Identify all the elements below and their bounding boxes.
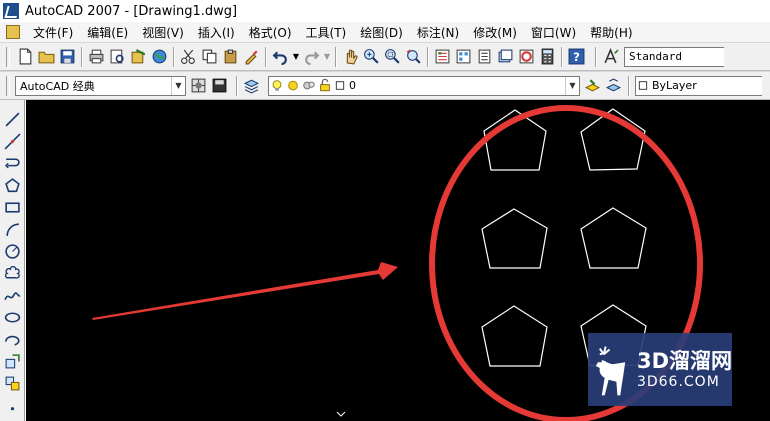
menu-format[interactable]: 格式(O) <box>242 24 299 41</box>
window-title: AutoCAD 2007 - [Drawing1.dwg] <box>25 3 238 19</box>
deer-logo-icon <box>595 345 626 395</box>
layer-unlock-icon[interactable] <box>318 76 332 95</box>
redo-dropdown-icon[interactable]: ▼ <box>323 47 331 66</box>
draw-toolbar <box>0 100 25 421</box>
pentagon-5[interactable] <box>481 305 548 367</box>
publish-icon[interactable] <box>129 47 148 66</box>
toolbar-grip[interactable] <box>6 75 10 96</box>
save-workspace-icon[interactable] <box>210 76 229 95</box>
construction-line-icon[interactable] <box>3 132 22 151</box>
rectangle-tool-icon[interactable] <box>3 198 22 217</box>
menu-view[interactable]: 视图(V) <box>135 24 191 41</box>
menu-draw[interactable]: 绘图(D) <box>353 24 410 41</box>
properties-toolbar: AutoCAD 经典 ▼ 0 ▼ ByLayer <box>0 71 770 100</box>
make-block-icon[interactable] <box>3 374 22 393</box>
chevron-down-icon[interactable]: ▼ <box>565 76 579 95</box>
pentagon-4[interactable] <box>580 207 647 269</box>
cut-icon[interactable] <box>179 47 198 66</box>
ellipse-tool-icon[interactable] <box>3 308 22 327</box>
layer-thaw-sun-icon[interactable] <box>286 76 300 95</box>
zoom-realtime-icon[interactable] <box>362 47 381 66</box>
standard-toolbar: ▼ ▼ ? Standard <box>0 42 770 71</box>
menu-file[interactable]: 文件(F) <box>26 24 80 41</box>
ellipse-arc-icon[interactable] <box>3 330 22 349</box>
pan-icon[interactable] <box>341 47 360 66</box>
zoom-window-icon[interactable] <box>383 47 402 66</box>
print-preview-icon[interactable] <box>108 47 127 66</box>
text-style-value: Standard <box>629 50 682 63</box>
menu-help[interactable]: 帮助(H) <box>583 24 639 41</box>
design-center-icon[interactable] <box>454 47 473 66</box>
sheet-set-icon[interactable] <box>496 47 515 66</box>
watermark: 3D溜溜网 3D66.COM <box>588 333 732 406</box>
open-folder-icon[interactable] <box>37 47 56 66</box>
text-style-dropdown[interactable]: Standard <box>624 46 724 67</box>
pentagon-3[interactable] <box>481 208 548 269</box>
color-control-dropdown[interactable]: ByLayer <box>635 75 762 96</box>
markup-set-icon[interactable] <box>517 47 536 66</box>
line-tool-icon[interactable] <box>3 110 22 129</box>
menu-window[interactable]: 窗口(W) <box>524 24 583 41</box>
polyline-tool-icon[interactable] <box>3 154 22 173</box>
color-value: ByLayer <box>652 79 697 92</box>
menu-insert[interactable]: 插入(I) <box>191 24 242 41</box>
layer-color-swatch-icon <box>334 76 346 95</box>
point-tool-icon[interactable] <box>3 396 22 415</box>
properties-icon[interactable] <box>433 47 452 66</box>
layer-previous-icon[interactable] <box>604 76 623 95</box>
menu-modify[interactable]: 修改(M) <box>466 24 524 41</box>
tool-palettes-icon[interactable] <box>475 47 494 66</box>
make-object-layer-current-icon[interactable] <box>583 76 602 95</box>
layer-manager-icon[interactable] <box>242 76 261 95</box>
workspace-settings-icon[interactable] <box>189 76 208 95</box>
redo-icon[interactable] <box>302 47 321 66</box>
copy-icon[interactable] <box>200 47 219 66</box>
ucs-crosshair-icon <box>336 411 346 417</box>
layer-viewport-icon[interactable] <box>302 76 316 95</box>
paste-icon[interactable] <box>221 47 240 66</box>
chevron-down-icon[interactable]: ▼ <box>171 76 185 95</box>
menu-bar: 文件(F) 编辑(E) 视图(V) 插入(I) 格式(O) 工具(T) 绘图(D… <box>0 22 770 42</box>
save-icon[interactable] <box>58 47 77 66</box>
menu-dimension[interactable]: 标注(N) <box>410 24 466 41</box>
workspace-dropdown[interactable]: AutoCAD 经典 ▼ <box>15 75 186 96</box>
insert-block-icon[interactable] <box>3 352 22 371</box>
layer-dropdown[interactable]: 0 ▼ <box>268 75 580 96</box>
revision-cloud-icon[interactable] <box>3 264 22 283</box>
layer-value: 0 <box>349 79 356 92</box>
title-bar: AutoCAD 2007 - [Drawing1.dwg] <box>0 0 770 22</box>
annotation-arrow <box>92 262 398 320</box>
autocad-app-icon[interactable] <box>3 3 19 19</box>
quickcalc-icon[interactable] <box>538 47 557 66</box>
watermark-brand: 3D溜溜网 <box>636 348 732 373</box>
menu-tools[interactable]: 工具(T) <box>299 24 354 41</box>
text-style-icon[interactable] <box>601 47 620 66</box>
svg-text:?: ? <box>573 50 580 64</box>
print-icon[interactable] <box>87 47 106 66</box>
circle-tool-icon[interactable] <box>3 242 22 261</box>
watermark-domain: 3D66.COM <box>636 373 720 390</box>
menu-edit[interactable]: 编辑(E) <box>80 24 135 41</box>
document-icon[interactable] <box>6 25 20 39</box>
workspace-value: AutoCAD 经典 <box>20 79 95 93</box>
arc-tool-icon[interactable] <box>3 220 22 239</box>
new-file-icon[interactable] <box>16 47 35 66</box>
spline-tool-icon[interactable] <box>3 286 22 305</box>
toolbar-grip[interactable] <box>6 46 10 67</box>
web-publish-icon[interactable] <box>150 47 169 66</box>
zoom-previous-icon[interactable] <box>404 47 423 66</box>
undo-icon[interactable] <box>271 47 290 66</box>
undo-dropdown-icon[interactable]: ▼ <box>292 47 300 66</box>
polygon-tool-icon[interactable] <box>3 176 22 195</box>
help-icon[interactable]: ? <box>567 47 586 66</box>
bylayer-color-swatch-icon <box>637 76 649 95</box>
layer-on-lightbulb-icon[interactable] <box>270 76 284 95</box>
match-properties-icon[interactable] <box>242 47 261 66</box>
